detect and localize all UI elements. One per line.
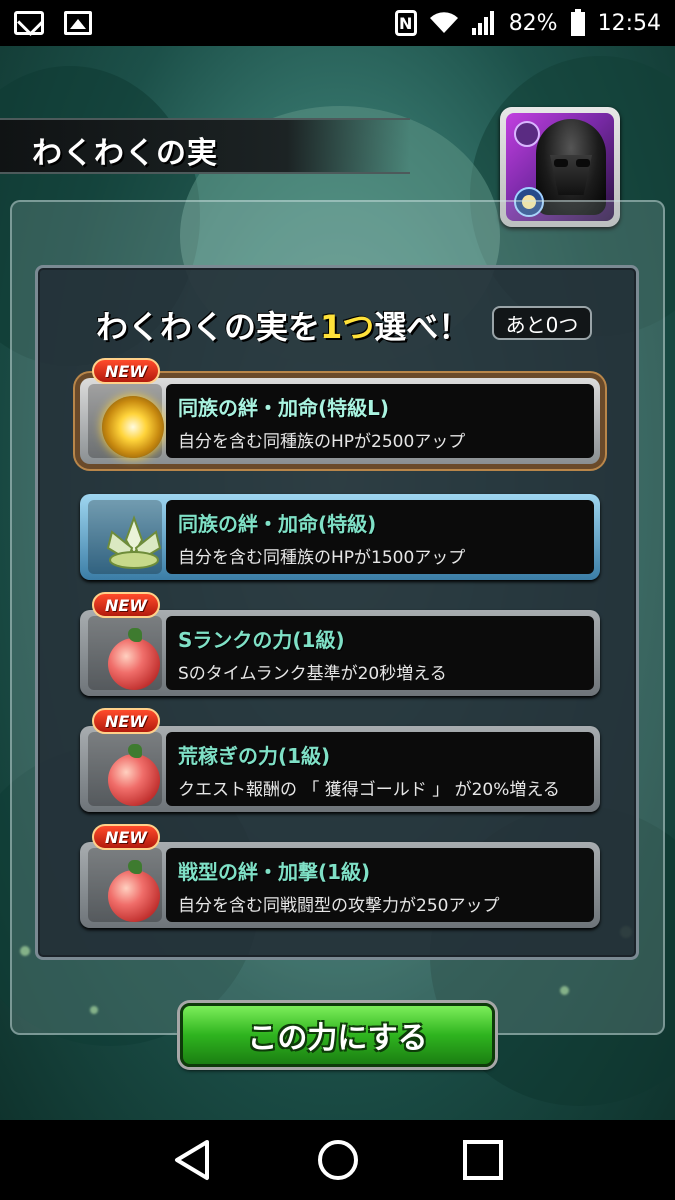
signal-icon bbox=[471, 10, 497, 36]
option-title: Sランクの力(1級) bbox=[178, 628, 345, 652]
fruit-option-1[interactable]: 同族の絆・加命(特級L) 自分を含む同種族のHPが2500アップ bbox=[80, 378, 600, 464]
red-fruit-icon bbox=[108, 870, 160, 922]
selection-count: 1つ bbox=[320, 308, 375, 346]
clock: 12:54 bbox=[597, 10, 661, 36]
back-icon[interactable] bbox=[169, 1136, 217, 1184]
option-description: 自分を含む同種族のHPが2500アップ bbox=[178, 432, 466, 452]
new-badge: NEW bbox=[92, 824, 160, 850]
navigation-bar bbox=[0, 1120, 675, 1200]
red-fruit-icon bbox=[108, 638, 160, 690]
fruit-option-2[interactable]: 同族の絆・加命(特級) 自分を含む同種族のHPが1500アップ bbox=[80, 494, 600, 580]
golden-sun-icon bbox=[102, 396, 164, 458]
remaining-badge: あと0つ bbox=[492, 306, 592, 340]
attribute-icon bbox=[514, 121, 540, 147]
option-description: Sのタイムランク基準が20秒増える bbox=[178, 664, 447, 684]
new-badge: NEW bbox=[92, 592, 160, 618]
title-ribbon: わくわくの実 bbox=[0, 118, 410, 174]
wifi-icon bbox=[429, 11, 459, 35]
nfc-icon: N bbox=[394, 10, 417, 36]
fruit-option-3[interactable]: Sランクの力(1級) Sのタイムランク基準が20秒増える bbox=[80, 610, 600, 696]
option-description: 自分を含む同戦闘型の攻撃力が250アップ bbox=[178, 896, 500, 916]
new-badge: NEW bbox=[92, 358, 160, 384]
confirm-button[interactable]: この力にする bbox=[180, 1003, 495, 1067]
option-title: 戦型の絆・加撃(1級) bbox=[178, 860, 371, 884]
home-icon[interactable] bbox=[314, 1136, 362, 1184]
battery-icon bbox=[570, 9, 586, 37]
mail-icon bbox=[14, 11, 44, 35]
fruit-option-5[interactable]: 戦型の絆・加撃(1級) 自分を含む同戦闘型の攻撃力が250アップ bbox=[80, 842, 600, 928]
new-badge: NEW bbox=[92, 708, 160, 734]
page-title: わくわくの実 bbox=[32, 136, 218, 171]
option-title: 荒稼ぎの力(1級) bbox=[178, 744, 331, 768]
lotus-icon bbox=[106, 515, 162, 569]
fruit-option-4[interactable]: 荒稼ぎの力(1級) クエスト報酬の 「 獲得ゴールド 」 が20%増える bbox=[80, 726, 600, 812]
option-description: クエスト報酬の 「 獲得ゴールド 」 が20%増える bbox=[178, 780, 560, 800]
status-bar: N 82% 12:54 bbox=[0, 0, 675, 46]
option-description: 自分を含む同種族のHPが1500アップ bbox=[178, 548, 466, 568]
battery-percent: 82% bbox=[508, 10, 558, 36]
gallery-icon bbox=[64, 11, 92, 35]
recent-apps-icon[interactable] bbox=[459, 1136, 507, 1184]
option-title: 同族の絆・加命(特級) bbox=[178, 512, 377, 536]
red-fruit-icon bbox=[108, 754, 160, 806]
option-title: 同族の絆・加命(特級L) bbox=[178, 396, 390, 420]
